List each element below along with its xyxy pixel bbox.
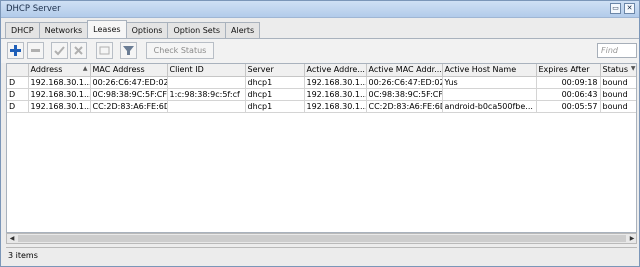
table-row[interactable]: D 192.168.30.1... CC:2D:83:A6:FE:6D dhcp…: [7, 100, 636, 113]
find-input[interactable]: Find: [597, 43, 637, 58]
filter-button[interactable]: [120, 42, 137, 59]
close-icon[interactable]: ✕: [624, 3, 635, 14]
col-mac-address[interactable]: MAC Address: [90, 64, 168, 77]
col-client-id[interactable]: Client ID: [167, 64, 246, 77]
tab-alerts[interactable]: Alerts: [225, 22, 261, 38]
column-menu-icon[interactable]: ▼: [631, 65, 636, 72]
comment-button[interactable]: [96, 42, 113, 59]
scroll-left-icon[interactable]: ◀: [7, 234, 17, 243]
plus-icon: [10, 45, 21, 56]
tab-networks[interactable]: Networks: [38, 22, 89, 38]
table-row[interactable]: D 192.168.30.1... 00:26:C6:47:ED:02 dhcp…: [7, 76, 636, 89]
cell-server: dhcp1: [245, 76, 305, 89]
cell-flag: D: [7, 76, 29, 89]
cell-active-host: android-b0ca500fbe...: [442, 100, 537, 113]
cell-address: 192.168.30.1...: [28, 88, 91, 101]
col-flag[interactable]: [7, 64, 29, 77]
cell-server: dhcp1: [245, 100, 305, 113]
col-active-host[interactable]: Active Host Name: [442, 64, 537, 77]
status-bar: 3 items: [6, 247, 637, 261]
scrollbar-thumb[interactable]: [18, 235, 626, 242]
cell-active-mac: 00:26:C6:47:ED:02: [366, 76, 443, 89]
col-address-label: Address: [30, 65, 63, 75]
cell-active-host: [442, 88, 537, 101]
enable-button[interactable]: [51, 42, 68, 59]
cross-icon: [74, 46, 83, 55]
cell-status: bound: [600, 100, 636, 113]
cell-client-id: 1:c:98:38:9c:5f:cf: [167, 88, 246, 101]
cell-address: 192.168.30.1...: [28, 100, 91, 113]
cell-mac: CC:2D:83:A6:FE:6D: [90, 100, 168, 113]
table-row[interactable]: D 192.168.30.1... 0C:98:38:9C:5F:CF 1:c:…: [7, 88, 636, 101]
restore-icon[interactable]: ▭: [610, 3, 621, 14]
cell-flag: D: [7, 88, 29, 101]
cell-client-id: [167, 100, 246, 113]
col-address[interactable]: Address ▲: [28, 64, 91, 77]
cell-active-address: 192.168.30.1...: [304, 76, 367, 89]
cell-active-mac: 0C:98:38:9C:5F:CF: [366, 88, 443, 101]
cell-status: bound: [600, 76, 636, 89]
col-expires[interactable]: Expires After: [536, 64, 601, 77]
col-active-address[interactable]: Active Addre...: [304, 64, 367, 77]
cell-client-id: [167, 76, 246, 89]
cell-flag: D: [7, 100, 29, 113]
table-header: Address ▲ MAC Address Client ID Server Ac…: [7, 64, 636, 77]
leases-table: Address ▲ MAC Address Client ID Server Ac…: [6, 63, 637, 233]
disable-button[interactable]: [70, 42, 87, 59]
dhcp-server-window: DHCP Server ▭ ✕ DHCP Networks Leases Opt…: [0, 0, 640, 267]
comment-icon: [99, 46, 110, 55]
cell-mac: 00:26:C6:47:ED:02: [90, 76, 168, 89]
cell-active-host: Yus: [442, 76, 537, 89]
sort-asc-icon: ▲: [82, 65, 88, 73]
tab-dhcp[interactable]: DHCP: [5, 22, 40, 38]
cell-active-address: 192.168.30.1...: [304, 100, 367, 113]
title-bar[interactable]: DHCP Server ▭ ✕: [1, 1, 639, 18]
tab-option-sets[interactable]: Option Sets: [167, 22, 226, 38]
minus-icon: [31, 49, 40, 52]
cell-server: dhcp1: [245, 88, 305, 101]
cell-expires: 00:06:43: [536, 88, 601, 101]
check-status-button[interactable]: Check Status: [146, 42, 214, 59]
remove-button[interactable]: [27, 42, 44, 59]
col-active-mac[interactable]: Active MAC Addr...: [366, 64, 443, 77]
cell-status: bound: [600, 88, 636, 101]
cell-expires: 00:05:57: [536, 100, 601, 113]
col-status[interactable]: Status ▼: [600, 64, 636, 77]
tab-options[interactable]: Options: [125, 22, 169, 38]
window-title: DHCP Server: [6, 4, 61, 14]
toolbar: Check Status Find: [1, 39, 639, 63]
col-status-label: Status: [602, 65, 629, 75]
scroll-right-icon[interactable]: ▶: [627, 234, 637, 243]
tab-leases[interactable]: Leases: [87, 20, 127, 38]
add-button[interactable]: [7, 42, 24, 59]
cell-address: 192.168.30.1...: [28, 76, 91, 89]
cell-expires: 00:09:18: [536, 76, 601, 89]
item-count: 3 items: [8, 251, 38, 260]
tab-bar: DHCP Networks Leases Options Option Sets…: [5, 20, 261, 38]
cell-mac: 0C:98:38:9C:5F:CF: [90, 88, 168, 101]
cell-active-mac: CC:2D:83:A6:FE:6D: [366, 100, 443, 113]
check-icon: [54, 46, 65, 56]
col-server[interactable]: Server: [245, 64, 305, 77]
filter-icon: [123, 46, 134, 55]
cell-active-address: 192.168.30.1...: [304, 88, 367, 101]
horizontal-scrollbar[interactable]: ◀ ▶: [6, 233, 637, 244]
